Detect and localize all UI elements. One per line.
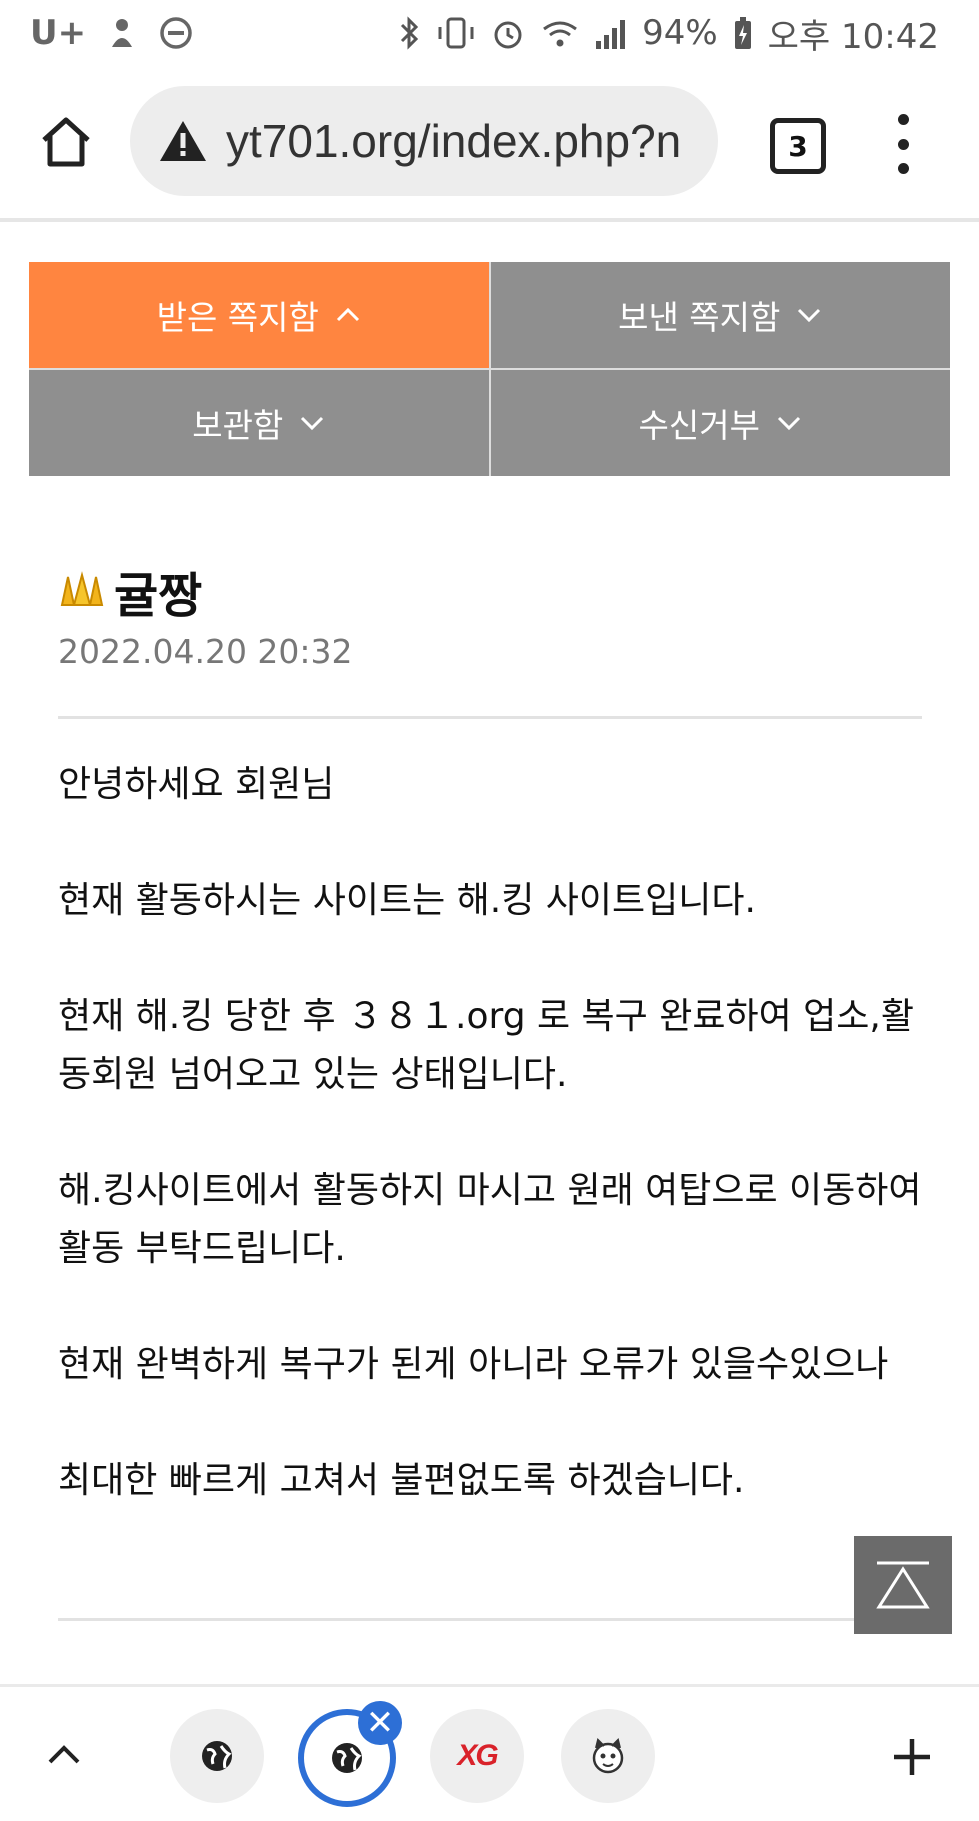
tab-blocked[interactable]: 수신거부 bbox=[490, 370, 950, 476]
battery-charging-icon bbox=[732, 15, 754, 51]
message-paragraph: 현재 활동하시는 사이트는 해.킹 사이트입니다. bbox=[58, 880, 756, 921]
close-tab-button[interactable]: ✕ bbox=[358, 1701, 402, 1745]
globe-icon bbox=[332, 1743, 362, 1773]
message-date: 2022.04.20 20:32 bbox=[58, 632, 353, 671]
overflow-menu-button[interactable] bbox=[888, 114, 918, 174]
clock: 오후 10:42 bbox=[767, 16, 939, 57]
message-paragraph: 해.킹사이트에서 활동하지 마시고 원래 여탑으로 이동하여 활동 부탁드립니다… bbox=[58, 1170, 922, 1269]
warning-icon[interactable] bbox=[158, 119, 208, 163]
chevron-down-icon bbox=[776, 415, 802, 431]
xg-logo-icon: XG bbox=[457, 1739, 498, 1772]
mascot-icon bbox=[592, 1738, 624, 1774]
menu-dot-icon bbox=[897, 114, 909, 125]
chevron-down-icon bbox=[796, 307, 822, 323]
message-paragraph: 현재 완벽하게 복구가 된게 아니라 오류가 있을수있으나 bbox=[58, 1344, 889, 1385]
battery-percent: 94% bbox=[642, 13, 718, 53]
menu-dot-icon bbox=[897, 138, 909, 150]
alarm-icon bbox=[490, 15, 526, 51]
home-icon bbox=[42, 117, 90, 167]
tab-label: 받은 쪽지함 bbox=[156, 298, 319, 337]
message-paragraph: 현재 해.킹 당한 후 ３８１.org 로 복구 완료하여 업소,활동회원 넘어… bbox=[58, 996, 914, 1095]
notification-icon bbox=[104, 15, 140, 51]
new-tab-button[interactable] bbox=[882, 1727, 942, 1787]
url-text: yt701.org/index.php?n bbox=[226, 115, 682, 167]
url-bar[interactable]: yt701.org/index.php?n bbox=[130, 86, 718, 196]
status-bar: U+ 94% 오후 10:42 bbox=[0, 0, 979, 66]
tab-label: 보낸 쪽지함 bbox=[618, 298, 781, 337]
sender-name[interactable]: 귤짱 bbox=[114, 556, 202, 626]
tab-archive[interactable]: 보관함 bbox=[29, 370, 489, 476]
bottom-tab-strip: ✕ XG bbox=[0, 1684, 979, 1821]
signal-icon bbox=[594, 15, 628, 51]
divider bbox=[58, 716, 922, 719]
divider bbox=[58, 1618, 922, 1621]
close-icon: ✕ bbox=[365, 1703, 395, 1743]
carrier-label: U+ bbox=[30, 13, 87, 53]
member-level-icon bbox=[60, 571, 104, 606]
sender-row: 귤짱 bbox=[58, 556, 202, 626]
scroll-up-icon bbox=[876, 1561, 930, 1609]
scroll-to-top-button[interactable] bbox=[854, 1536, 952, 1634]
tab-inbox[interactable]: 받은 쪽지함 bbox=[29, 262, 489, 368]
plus-icon bbox=[894, 1739, 930, 1775]
message-paragraph: 안녕하세요 회원님 bbox=[58, 764, 335, 805]
vibrate-icon bbox=[436, 15, 476, 51]
tab-thumbnail-mascot[interactable] bbox=[561, 1709, 655, 1803]
expand-tabs-button[interactable] bbox=[36, 1727, 92, 1783]
message-paragraph: 최대한 빠르게 고쳐서 불편없도록 하겠습니다. bbox=[58, 1460, 745, 1501]
tab-sent[interactable]: 보낸 쪽지함 bbox=[490, 262, 950, 368]
mailbox-tabs: 받은 쪽지함 보낸 쪽지함 보관함 수신거부 bbox=[29, 262, 950, 476]
tab-label: 수신거부 bbox=[638, 406, 760, 445]
do-not-disturb-icon bbox=[158, 15, 194, 51]
tab-switcher-button[interactable]: 3 bbox=[770, 118, 826, 174]
tab-count: 3 bbox=[788, 129, 808, 163]
message-body: 안녕하세요 회원님 현재 활동하시는 사이트는 해.킹 사이트입니다. 현재 해… bbox=[58, 756, 928, 1568]
tab-label: 보관함 bbox=[192, 406, 284, 445]
globe-icon bbox=[202, 1741, 232, 1771]
chevron-up-icon bbox=[48, 1745, 80, 1764]
chevron-up-icon bbox=[335, 307, 361, 323]
home-button[interactable] bbox=[30, 106, 102, 178]
wifi-icon bbox=[540, 15, 580, 51]
browser-toolbar: yt701.org/index.php?n 3 bbox=[0, 66, 979, 222]
tab-thumbnail-globe[interactable] bbox=[170, 1709, 264, 1803]
menu-dot-icon bbox=[897, 163, 909, 174]
tab-thumbnail-xg[interactable]: XG bbox=[430, 1709, 524, 1803]
bluetooth-icon bbox=[398, 15, 422, 51]
chevron-down-icon bbox=[299, 415, 325, 431]
